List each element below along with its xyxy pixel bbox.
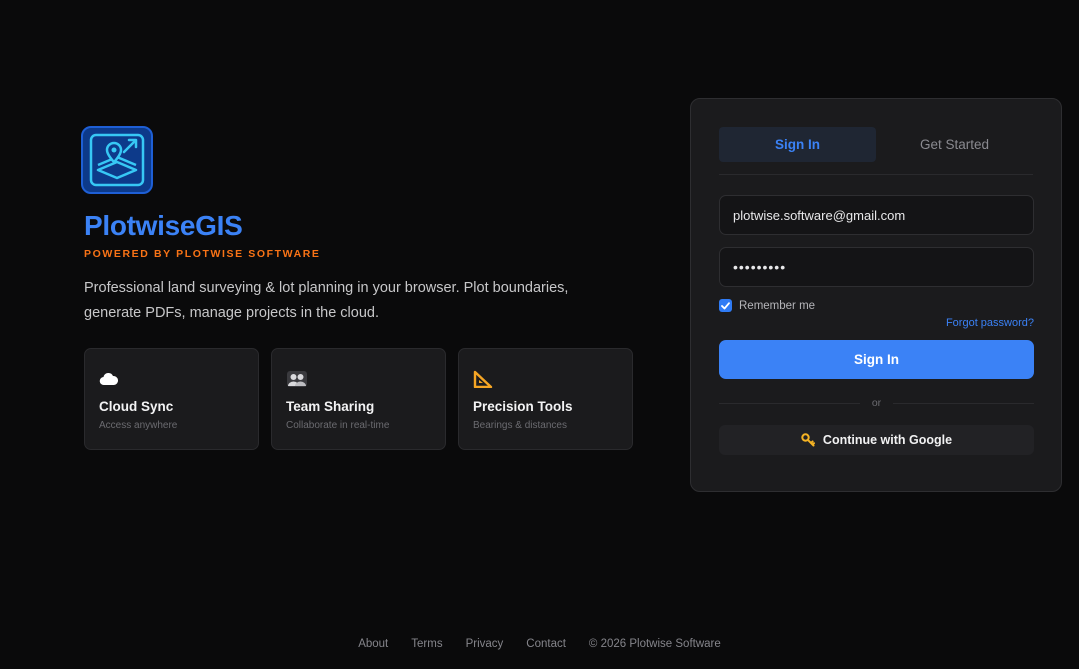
footer-link-terms[interactable]: Terms	[411, 638, 442, 650]
footer-copyright: © 2026 Plotwise Software	[588, 638, 721, 650]
divider-line	[893, 402, 1034, 404]
feature-subtitle: Collaborate in real-time	[286, 420, 390, 431]
triangle-ruler-icon	[473, 370, 493, 388]
password-field[interactable]	[719, 247, 1034, 287]
footer-link-privacy[interactable]: Privacy	[466, 638, 504, 650]
feature-card-cloud-sync: Cloud Sync Access anywhere	[84, 348, 259, 450]
app-logo	[81, 126, 153, 194]
tab-sign-in[interactable]: Sign In	[719, 127, 876, 162]
divider-label: or	[871, 397, 882, 409]
brand-tagline: POWERED BY PLOTWISE SOFTWARE	[84, 248, 321, 260]
footer-link-contact[interactable]: Contact	[526, 638, 566, 650]
email-field[interactable]	[719, 195, 1034, 235]
map-pin-layers-icon	[89, 133, 145, 187]
remember-me-row: Remember me	[719, 299, 1033, 312]
feature-title: Precision Tools	[473, 399, 573, 414]
continue-with-google-button[interactable]: Continue with Google	[719, 425, 1034, 455]
google-button-label[interactable]: Continue with Google	[823, 433, 952, 447]
feature-card-team-sharing: Team Sharing Collaborate in real-time	[271, 348, 446, 450]
forgot-password-row: Forgot password?	[719, 317, 1034, 329]
brand-name: PlotwiseGIS	[84, 210, 243, 241]
team-icon	[287, 371, 307, 387]
or-divider: or	[719, 397, 1034, 409]
feature-title: Cloud Sync	[99, 399, 174, 414]
login-page: PlotwiseGIS POWERED BY PLOTWISE SOFTWARE…	[0, 0, 1079, 669]
auth-tabs: Sign In Get Started	[719, 127, 1033, 175]
feature-subtitle: Bearings & distances	[473, 420, 567, 431]
hero-section: PlotwiseGIS POWERED BY PLOTWISE SOFTWARE…	[81, 126, 644, 450]
divider-line	[719, 402, 860, 404]
checkmark-icon	[721, 301, 730, 309]
remember-me-label[interactable]: Remember me	[739, 300, 815, 312]
feature-subtitle: Access anywhere	[99, 420, 178, 431]
tab-get-started[interactable]: Get Started	[876, 127, 1033, 162]
password-input[interactable]	[733, 259, 1020, 275]
remember-me-checkbox[interactable]	[719, 299, 732, 312]
feature-cards: Cloud Sync Access anywhere Team Sharing …	[84, 348, 644, 450]
cloud-icon	[99, 372, 119, 386]
sign-in-button[interactable]: Sign In	[719, 340, 1034, 379]
footer: About Terms Privacy Contact © 2026 Plotw…	[0, 638, 1079, 650]
forgot-password-link[interactable]: Forgot password?	[946, 317, 1034, 329]
brand-description: Professional land surveying & lot planni…	[84, 280, 569, 321]
auth-card: Sign In Get Started Remember me Forgot p…	[690, 98, 1062, 492]
email-input[interactable]	[733, 207, 1020, 223]
feature-title: Team Sharing	[286, 399, 375, 414]
key-icon	[801, 433, 815, 447]
footer-link-about[interactable]: About	[358, 638, 388, 650]
feature-card-precision-tools: Precision Tools Bearings & distances	[458, 348, 633, 450]
